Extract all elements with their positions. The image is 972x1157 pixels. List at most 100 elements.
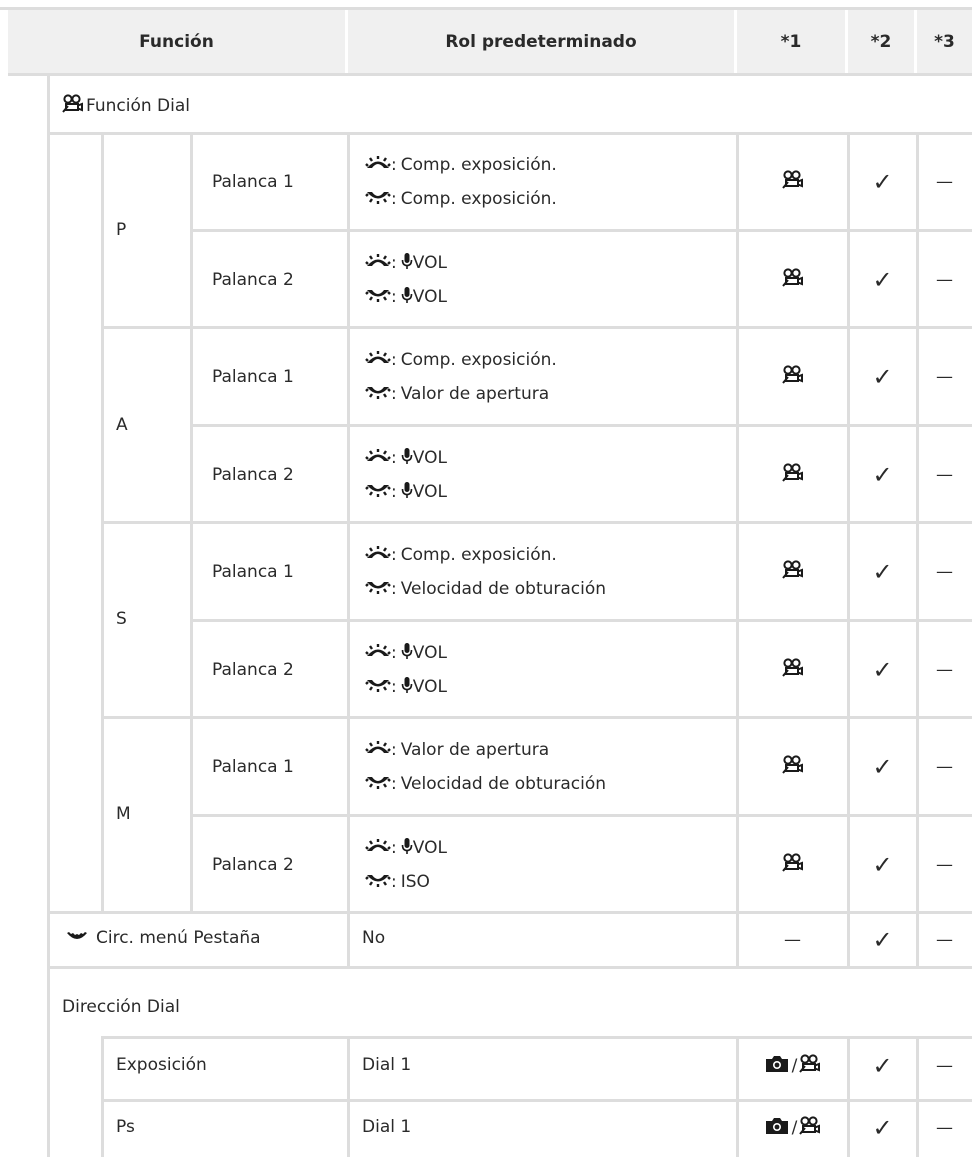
c3-cell: — (917, 1039, 972, 1092)
rear-dial-icon (365, 774, 391, 795)
rear-dial-value: VOL (412, 677, 447, 697)
c1-cell: / (737, 1101, 848, 1154)
dir-row-name: Ps (116, 1117, 135, 1137)
check-mark: ✓ (872, 558, 893, 586)
dir-row-name: Exposición (116, 1055, 207, 1075)
check-mark: ✓ (872, 363, 893, 391)
rear-dial-value: VOL (412, 287, 447, 307)
front-dial-value: VOL (412, 838, 447, 858)
c1-cell (737, 523, 848, 621)
role-cell: : Comp. exposición.: Velocidad de obturaci… (365, 523, 606, 621)
c3-cell: — (917, 426, 972, 524)
dash-mark: — (936, 465, 953, 485)
role-cell: : Comp. exposición.: Valor de apertura (365, 328, 557, 426)
lever-text: Palanca 2 (212, 660, 294, 680)
header-col-2: *2 (848, 10, 917, 73)
lever-label: Palanca 2 (190, 426, 348, 524)
grid-line (190, 424, 972, 427)
check-icon: ✓ (848, 1039, 917, 1092)
grid-line (190, 814, 972, 817)
rear-dial-icon (365, 287, 391, 308)
settings-table: Función Rol predeterminado *1 *2 *3 Func… (0, 0, 972, 1157)
rear-dial-value: ISO (400, 872, 430, 892)
circ-c1: — (784, 929, 801, 950)
check-mark: ✓ (872, 753, 893, 781)
grid-line (736, 132, 739, 967)
mic-icon (401, 447, 413, 470)
c1-cell (737, 621, 848, 719)
dash-mark: — (936, 367, 953, 387)
check-icon: ✓ (848, 1101, 917, 1154)
movie-mode-icon (781, 658, 804, 682)
grid-line (48, 132, 972, 135)
grid-line (847, 1036, 850, 1157)
table-row: Palanca 2: VOL: VOL ✓ — (0, 621, 972, 719)
c3-cell: — (917, 718, 972, 816)
rear-dial-value: VOL (412, 482, 447, 502)
rear-dial-icon (365, 482, 391, 503)
check-icon: ✓ (848, 328, 917, 426)
lever-label: Palanca 1 (190, 718, 348, 816)
table-row: Palanca 1: Comp. exposición.: Comp. exposi… (0, 133, 972, 231)
rear-dial-icon (365, 189, 391, 210)
front-dial-value: Comp. exposición. (400, 350, 557, 370)
check-mark: ✓ (872, 656, 893, 684)
check-mark: ✓ (872, 851, 893, 879)
check-mark: ✓ (872, 168, 893, 196)
movie-mode-icon (781, 853, 804, 877)
movie-mode-icon (781, 463, 804, 487)
lever-label: Palanca 1 (190, 328, 348, 426)
rear-dial-icon (365, 579, 391, 600)
rear-dial-icon (365, 384, 391, 405)
mic-icon (401, 252, 413, 275)
camera-icon (764, 1054, 790, 1078)
rear-dial-value: Valor de apertura (400, 384, 550, 404)
circ-c3: — (936, 929, 953, 950)
header-rol-predeterminado: Rol predeterminado (348, 10, 737, 73)
grid-line (102, 1099, 972, 1102)
front-dial-value: Comp. exposición. (400, 545, 557, 565)
check-icon: ✓ (872, 925, 893, 954)
check-mark: ✓ (872, 461, 893, 489)
front-dial-value: Valor de apertura (400, 740, 550, 760)
rear-dial-value: Velocidad de obturación (400, 774, 607, 794)
lever-text: Palanca 1 (212, 367, 294, 387)
movie-mode-icon (62, 94, 84, 118)
rear-dial-value: Velocidad de obturación (400, 579, 607, 599)
lever-label: Palanca 1 (190, 523, 348, 621)
c1-cell (737, 816, 848, 914)
movie-mode-icon (799, 1115, 821, 1140)
movie-mode-icon (781, 170, 804, 194)
movie-mode-icon (781, 755, 804, 779)
grid-line (101, 1036, 104, 1157)
dash-mark: — (936, 562, 953, 582)
table-row: Palanca 1 : Comp. exposición.: Velocidad de… (0, 523, 972, 621)
lever-label: Palanca 1 (190, 133, 348, 231)
front-dial-value: VOL (412, 253, 447, 273)
grid-line (102, 716, 972, 719)
c1-cell (737, 133, 848, 231)
check-icon: ✓ (848, 621, 917, 719)
mic-icon (401, 676, 413, 699)
c1-cell (737, 426, 848, 524)
role-cell: : Valor de apertura: Velocidad de obturaci… (365, 718, 606, 816)
check-icon: ✓ (848, 523, 917, 621)
grid-line (102, 326, 972, 329)
grid-line (48, 966, 972, 969)
grid-line (847, 132, 850, 967)
c1-cell (737, 231, 848, 329)
grid-line (102, 1036, 972, 1039)
table-row: Palanca 1 : Comp. exposición.: Valor de ape… (0, 328, 972, 426)
dash-mark: — (936, 1055, 953, 1076)
grid-line (916, 1036, 919, 1157)
grid-line (190, 619, 972, 622)
tab-dial-icon (66, 928, 88, 948)
dash-mark: — (936, 172, 953, 192)
section-funcion-dial: Función Dial (62, 94, 190, 118)
check-mark: ✓ (872, 266, 893, 294)
dash-mark: — (936, 660, 953, 680)
lever-text: Palanca 1 (212, 562, 294, 582)
grid-line (347, 1036, 350, 1157)
section-funcion-dial-label: Función Dial (86, 96, 191, 116)
mic-icon (401, 481, 413, 504)
